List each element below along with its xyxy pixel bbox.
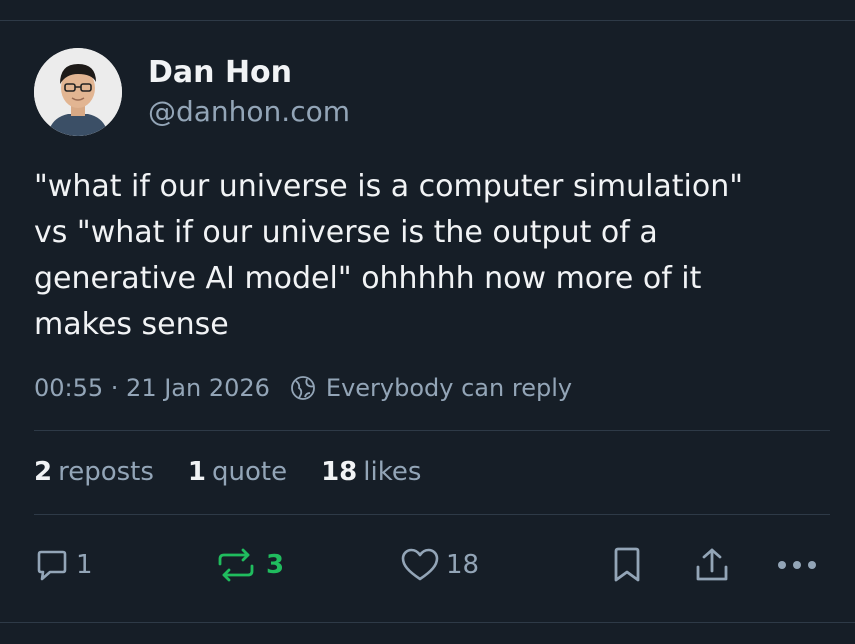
reply-count: 1 — [76, 550, 93, 580]
author-name[interactable]: Dan Hon — [148, 53, 350, 93]
repost-count: 3 — [266, 550, 285, 580]
reply-setting[interactable]: Everybody can reply — [326, 374, 572, 402]
likes-stat[interactable]: 18 likes — [321, 457, 421, 487]
repost-button[interactable]: 3 — [216, 545, 284, 585]
divider — [34, 514, 830, 515]
avatar[interactable] — [34, 48, 122, 136]
reposts-count: 2 — [34, 457, 53, 487]
globe-icon — [290, 375, 316, 401]
quotes-label: quote — [212, 457, 288, 487]
post-text-line: generative AI model" ohhhhh now more of … — [34, 261, 702, 296]
reply-button[interactable]: 1 — [34, 545, 93, 585]
bottom-divider — [0, 622, 855, 623]
reply-icon — [34, 547, 70, 583]
share-icon — [693, 546, 731, 584]
reposts-stat[interactable]: 2 reposts — [34, 457, 154, 487]
repost-icon — [216, 547, 256, 583]
post-text-line: "what if our universe is a computer simu… — [34, 169, 744, 204]
likes-count: 18 — [321, 457, 358, 487]
reposts-label: reposts — [58, 457, 154, 487]
more-options-button[interactable] — [776, 545, 818, 585]
post-text-line: makes sense — [34, 307, 229, 342]
heart-icon — [400, 547, 440, 583]
like-button[interactable]: 18 — [400, 545, 479, 585]
post-stats: 2 reposts 1 quote 18 likes — [34, 452, 455, 492]
post-timestamp: 00:55 · 21 Jan 2026 — [34, 374, 270, 402]
divider — [34, 430, 830, 431]
bookmark-icon — [610, 546, 644, 584]
top-divider — [0, 20, 855, 21]
post-text: "what if our universe is a computer simu… — [34, 164, 834, 348]
post-text-line: vs "what if our universe is the output o… — [34, 215, 658, 250]
post-header: Dan Hon @danhon.com — [34, 48, 350, 136]
author-handle[interactable]: @danhon.com — [148, 93, 350, 131]
bookmark-button[interactable] — [610, 545, 644, 585]
quotes-count: 1 — [187, 457, 206, 487]
author-block: Dan Hon @danhon.com — [148, 53, 350, 131]
quotes-stat[interactable]: 1 quote — [188, 457, 287, 487]
likes-label: likes — [363, 457, 422, 487]
share-button[interactable] — [693, 545, 731, 585]
more-icon — [776, 559, 818, 571]
like-count: 18 — [446, 550, 480, 580]
post-meta: 00:55 · 21 Jan 2026 Everybody can reply — [34, 370, 572, 406]
